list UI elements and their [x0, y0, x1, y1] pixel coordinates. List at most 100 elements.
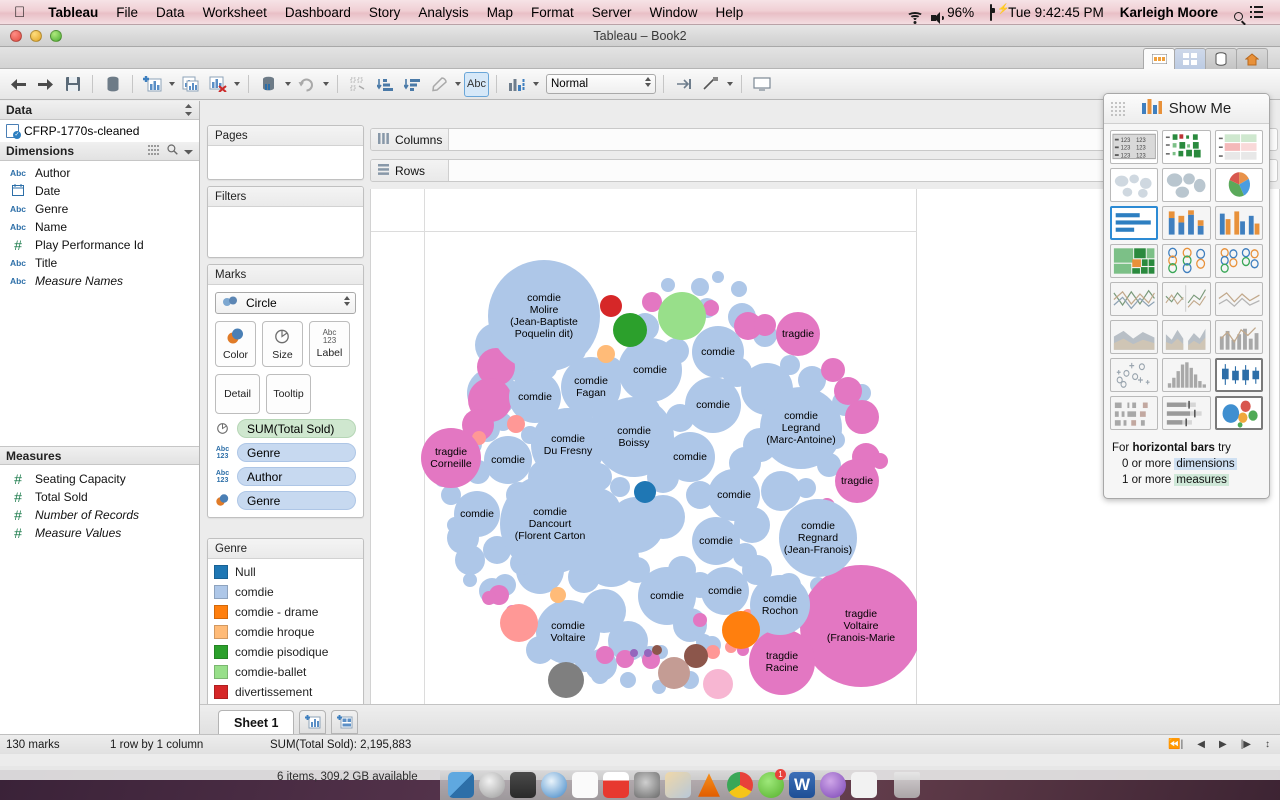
bubble-mark[interactable] — [600, 295, 622, 317]
bubble-mark[interactable] — [845, 400, 879, 434]
user-name-label[interactable]: Karleigh Moore — [1112, 5, 1226, 20]
dock-icon-calendar[interactable] — [603, 772, 629, 798]
show-me-continuous-area[interactable] — [1110, 320, 1159, 354]
bubble-mark[interactable] — [613, 313, 647, 347]
clear-sheet-icon[interactable] — [205, 72, 230, 97]
marks-size-button[interactable]: Size — [262, 321, 303, 367]
bubble-mark[interactable] — [507, 415, 525, 433]
dock-icon-itunes[interactable] — [820, 772, 846, 798]
show-me-stacked-bars[interactable] — [1162, 206, 1211, 240]
format-line-dropdown-icon[interactable] — [725, 73, 734, 95]
marks-tooltip-button[interactable]: Tooltip — [266, 374, 311, 414]
marks-pill-row-2[interactable]: Abc 123 Author — [215, 467, 356, 486]
show-me-continuous-lines[interactable] — [1110, 282, 1159, 316]
sort-ascending-icon[interactable] — [372, 72, 397, 97]
presentation-mode-icon[interactable] — [749, 72, 774, 97]
bubble-mark[interactable] — [500, 474, 600, 574]
sheet-tab-active[interactable]: Sheet 1 — [218, 710, 295, 734]
bubble-mark[interactable] — [463, 573, 477, 587]
bubble-mark[interactable] — [722, 611, 760, 649]
legend-item-1[interactable]: comdie — [208, 582, 363, 602]
page-navigation[interactable]: ⏪| ◀ ▶ |▶ ↕ — [1168, 739, 1280, 750]
tab-grid-view[interactable] — [1174, 48, 1206, 69]
bubble-mark[interactable] — [693, 613, 707, 627]
dock-icon-word[interactable]: W — [789, 772, 815, 798]
bubble-mark[interactable] — [618, 338, 682, 402]
bubble-mark[interactable] — [652, 645, 662, 655]
bubble-mark[interactable] — [561, 357, 621, 417]
bubble-mark[interactable] — [760, 387, 842, 469]
show-me-box-and-whisker[interactable] — [1214, 358, 1263, 392]
bubble-mark[interactable] — [706, 645, 720, 659]
fix-axes-icon[interactable] — [671, 72, 696, 97]
dock-icon-chrome[interactable] — [727, 772, 753, 798]
bubble-mark[interactable] — [754, 314, 776, 336]
tab-sheet-view[interactable] — [1143, 48, 1175, 69]
bubble-chart-canvas[interactable]: comdie Molire (Jean-Baptiste Poquelin di… — [371, 189, 917, 727]
bubble-mark[interactable] — [692, 517, 740, 565]
marks-pill-row-3[interactable]: Genre — [215, 491, 356, 510]
fit-chart-icon[interactable] — [504, 72, 529, 97]
marks-detail-button[interactable]: Detail — [215, 374, 260, 414]
show-me-panel[interactable]: Show Me 123 123 123 123 123 123 For horizonta… — [1103, 93, 1270, 499]
dock-icon-photos[interactable] — [851, 772, 877, 798]
legend-item-2[interactable]: comdie - drame — [208, 602, 363, 622]
tab-data-source-view[interactable] — [1205, 48, 1237, 69]
show-me-horizontal-bars[interactable] — [1110, 206, 1159, 240]
marks-pill[interactable]: Author — [237, 467, 356, 486]
show-me-gantt[interactable] — [1110, 396, 1159, 430]
bubble-mark[interactable] — [597, 345, 615, 363]
dimension-field-6[interactable]: Abc Measure Names — [0, 272, 199, 290]
bubble-mark[interactable] — [712, 271, 724, 283]
menu-item-app-name[interactable]: Tableau — [39, 5, 107, 20]
bubble-mark[interactable] — [658, 657, 690, 689]
measure-field-2[interactable]: # Number of Records — [0, 506, 199, 524]
bubble-mark[interactable] — [642, 292, 662, 312]
bubble-mark[interactable] — [591, 666, 609, 684]
fit-dropdown-icon[interactable] — [531, 73, 540, 95]
show-me-discrete-area[interactable] — [1162, 320, 1211, 354]
dimension-field-5[interactable]: Abc Title — [0, 254, 199, 272]
datasource-item[interactable]: ✓ CFRP-1770s-cleaned — [0, 120, 199, 142]
bubble-mark[interactable] — [638, 567, 696, 625]
bubble-mark[interactable] — [661, 278, 675, 292]
show-me-dual-combination[interactable] — [1214, 320, 1263, 354]
legend-item-3[interactable]: comdie hroque — [208, 622, 363, 642]
bubble-mark[interactable] — [500, 604, 538, 642]
menu-item-story[interactable]: Story — [360, 5, 410, 20]
legend-item-6[interactable]: divertissement — [208, 682, 363, 702]
bubble-mark[interactable] — [796, 478, 816, 498]
bubble-mark[interactable] — [610, 477, 630, 497]
bubble-mark[interactable] — [703, 669, 733, 699]
bubble-mark[interactable] — [684, 644, 708, 668]
first-page-icon[interactable]: ⏪| — [1168, 739, 1183, 750]
show-me-circle-views[interactable] — [1162, 244, 1211, 278]
show-labels-icon[interactable]: Abc — [464, 71, 489, 97]
legend-item-4[interactable]: comdie pisodique — [208, 642, 363, 662]
show-me-packed-bubbles[interactable] — [1214, 396, 1263, 430]
bubble-mark[interactable] — [550, 587, 566, 603]
bubble-mark[interactable] — [658, 292, 706, 340]
show-me-heat-map[interactable] — [1162, 130, 1211, 164]
bubble-mark[interactable] — [691, 278, 709, 296]
dimension-field-0[interactable]: Abc Author — [0, 164, 199, 182]
highlight-icon[interactable] — [426, 72, 451, 97]
bubble-mark[interactable] — [835, 459, 879, 503]
dimension-field-2[interactable]: Abc Genre — [0, 200, 199, 218]
marks-label-button[interactable]: Abc 123 Label — [309, 321, 350, 367]
dock-icon-iphoto[interactable] — [665, 772, 691, 798]
data-pane-resize-icon[interactable] — [184, 104, 193, 116]
dimension-field-1[interactable]: Date — [0, 182, 199, 200]
fit-mode-select[interactable]: Normal — [546, 74, 656, 94]
highlight-dropdown-icon[interactable] — [453, 73, 462, 95]
show-me-histogram[interactable] — [1162, 358, 1211, 392]
menu-item-help[interactable]: Help — [707, 5, 753, 20]
bubble-mark[interactable] — [701, 567, 749, 615]
new-worksheet-dropdown-icon[interactable] — [167, 73, 176, 95]
new-dashboard-tab-button[interactable] — [331, 710, 359, 734]
forward-icon[interactable] — [33, 72, 58, 97]
last-page-icon[interactable]: |▶ — [1241, 739, 1251, 750]
dimension-field-4[interactable]: # Play Performance Id — [0, 236, 199, 254]
bubble-mark[interactable] — [634, 481, 656, 503]
bubble-mark[interactable] — [761, 471, 801, 511]
